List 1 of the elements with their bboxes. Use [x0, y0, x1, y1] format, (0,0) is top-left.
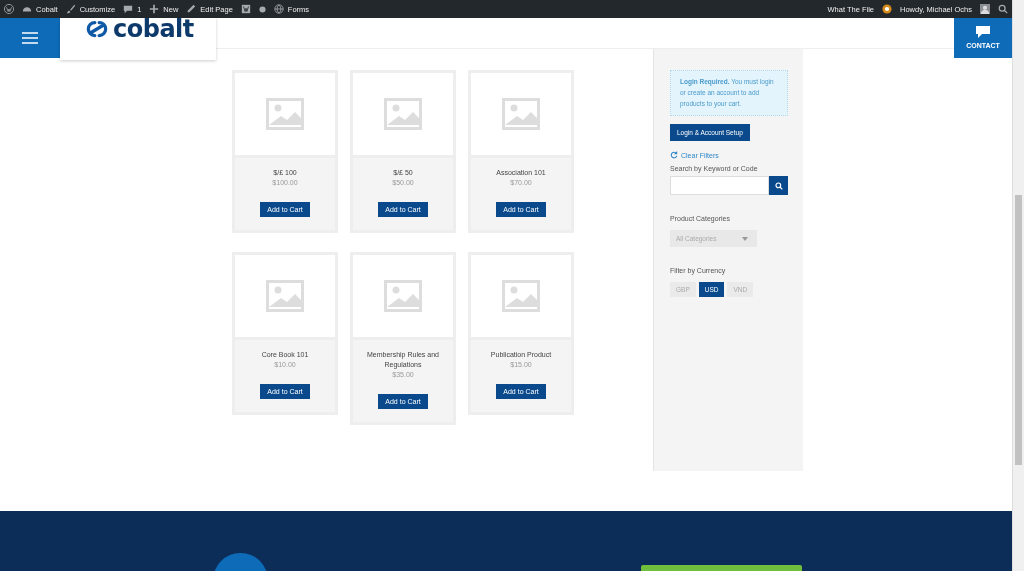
logo-text[interactable]: cobalt: [113, 18, 194, 40]
